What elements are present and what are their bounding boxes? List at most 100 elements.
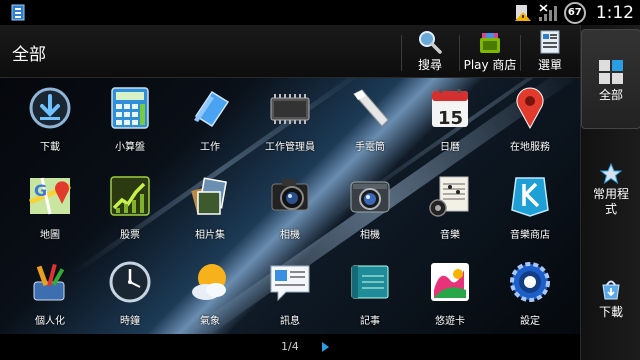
app-music-store[interactable]: 音樂商店 bbox=[490, 174, 570, 254]
app-local-services[interactable]: 在地服務 bbox=[490, 86, 570, 166]
app-stocks[interactable]: 股票 bbox=[90, 174, 170, 254]
svg-text:G: G bbox=[34, 181, 47, 200]
divider bbox=[520, 35, 521, 71]
menu-icon bbox=[540, 30, 560, 54]
app-task-manager[interactable]: 工作管理員 bbox=[250, 86, 330, 166]
app-personalize[interactable]: 個人化 bbox=[10, 260, 90, 334]
star-icon bbox=[600, 163, 622, 185]
location-pin-icon bbox=[516, 87, 544, 130]
music-icon bbox=[429, 176, 469, 217]
divider bbox=[459, 35, 460, 71]
app-label: 工作 bbox=[200, 142, 220, 153]
app-label: 下載 bbox=[40, 142, 60, 153]
app-label: 工作管理員 bbox=[265, 142, 315, 153]
app-camera[interactable]: 相機 bbox=[250, 174, 330, 254]
maps-icon: G bbox=[29, 177, 71, 215]
easycard-icon bbox=[431, 263, 469, 301]
page-indicator: 1/4 bbox=[281, 340, 299, 353]
all-apps-icon bbox=[599, 60, 623, 84]
app-calculator[interactable]: 小算盤 bbox=[90, 86, 170, 166]
app-gallery[interactable]: 相片集 bbox=[170, 174, 250, 254]
search-button[interactable]: 搜尋 bbox=[410, 25, 450, 78]
next-page-arrow-icon[interactable] bbox=[322, 342, 329, 352]
messages-icon bbox=[270, 265, 310, 302]
clock-time: 1:12 bbox=[595, 2, 634, 23]
app-label: 個人化 bbox=[35, 316, 65, 327]
app-label: 記事 bbox=[360, 316, 380, 327]
app-label: 手電筒 bbox=[355, 142, 385, 153]
pager: 1/4 bbox=[0, 334, 580, 360]
app-label: 在地服務 bbox=[510, 142, 550, 153]
search-label: 搜尋 bbox=[417, 58, 442, 72]
app-messages[interactable]: 訊息 bbox=[250, 260, 330, 334]
divider bbox=[401, 35, 402, 71]
tab-label: 下載 bbox=[598, 305, 623, 319]
app-label: 音樂 bbox=[440, 230, 460, 241]
app-tasks[interactable]: 工作 bbox=[170, 86, 250, 166]
download-bag-icon bbox=[602, 280, 620, 300]
settings-icon bbox=[510, 262, 550, 302]
gallery-icon bbox=[191, 177, 227, 215]
app-label: 相片集 bbox=[195, 230, 225, 241]
app-maps[interactable]: G 地圖 bbox=[10, 174, 90, 254]
flashlight-icon bbox=[353, 89, 389, 127]
app-weather[interactable]: 氣象 bbox=[170, 260, 250, 334]
app-settings[interactable]: 設定 bbox=[490, 260, 570, 334]
app-music[interactable]: 音樂 bbox=[410, 174, 490, 254]
tab-favorites[interactable]: 常用程 式 bbox=[581, 163, 640, 253]
personalize-icon bbox=[33, 263, 65, 301]
play-store-label: Play 商店 bbox=[463, 58, 517, 72]
app-label: 設定 bbox=[520, 316, 540, 327]
tasks-icon bbox=[194, 90, 230, 128]
app-label: 時鐘 bbox=[120, 316, 140, 327]
stocks-icon bbox=[110, 176, 150, 216]
signal-off-icon bbox=[538, 3, 557, 21]
app-label: 小算盤 bbox=[115, 142, 145, 153]
tab-all[interactable]: 全部 bbox=[581, 29, 640, 129]
app-calendar[interactable]: 15 日曆 bbox=[410, 86, 490, 166]
app-label: 氣象 bbox=[200, 316, 220, 327]
download-icon bbox=[29, 87, 71, 129]
app-notes[interactable]: 記事 bbox=[330, 260, 410, 334]
clock-icon bbox=[109, 261, 151, 303]
search-icon bbox=[419, 31, 442, 54]
tab-label-line2: 式 bbox=[604, 202, 617, 216]
tab-label-line1: 常用程 bbox=[592, 187, 629, 201]
app-flashlight[interactable]: 手電筒 bbox=[330, 86, 410, 166]
menu-button[interactable]: 選單 bbox=[530, 25, 570, 78]
play-store-icon bbox=[480, 33, 500, 53]
app-label: 股票 bbox=[120, 230, 140, 241]
tab-downloads[interactable]: 下載 bbox=[581, 277, 640, 357]
battery-indicator: 67 bbox=[563, 1, 586, 24]
app-clock[interactable]: 時鐘 bbox=[90, 260, 170, 334]
app-download[interactable]: 下載 bbox=[10, 86, 90, 166]
play-store-button[interactable]: Play 商店 bbox=[462, 25, 518, 78]
app-camera-alt[interactable]: 相機 bbox=[330, 174, 410, 254]
task-manager-icon bbox=[270, 94, 310, 124]
app-label: 訊息 bbox=[280, 316, 300, 327]
category-sidebar: 全部 常用程 式 下載 bbox=[580, 25, 640, 360]
tab-label: 全部 bbox=[598, 88, 623, 102]
status-bar: 67 1:12 bbox=[0, 0, 640, 25]
app-grid: 下載 小算盤 工作 工作管理員 手電筒 15 日曆 在地服務 G 地圖 股票 相… bbox=[0, 78, 580, 334]
app-label: 日曆 bbox=[440, 142, 460, 153]
calculator-icon bbox=[111, 87, 149, 129]
calendar-day: 15 bbox=[438, 108, 464, 129]
app-label: 地圖 bbox=[40, 230, 60, 241]
sim-warning-icon bbox=[514, 4, 531, 21]
weather-icon bbox=[192, 264, 226, 300]
action-bar: 全部 搜尋 Play 商店 選單 bbox=[0, 25, 580, 78]
camera-icon bbox=[271, 179, 309, 211]
app-label: 相機 bbox=[360, 230, 380, 241]
page-title: 全部 bbox=[12, 45, 46, 65]
camera-alt-icon bbox=[350, 181, 390, 213]
usb-notification-icon[interactable] bbox=[11, 4, 25, 21]
app-label: 悠遊卡 bbox=[435, 316, 465, 327]
music-store-icon bbox=[511, 177, 549, 217]
notes-icon bbox=[351, 265, 389, 299]
menu-label: 選單 bbox=[537, 58, 562, 72]
app-easycard[interactable]: 悠遊卡 bbox=[410, 260, 490, 334]
app-label: 相機 bbox=[280, 230, 300, 241]
status-icons: 67 1:12 bbox=[514, 0, 640, 25]
app-label: 音樂商店 bbox=[510, 230, 550, 241]
